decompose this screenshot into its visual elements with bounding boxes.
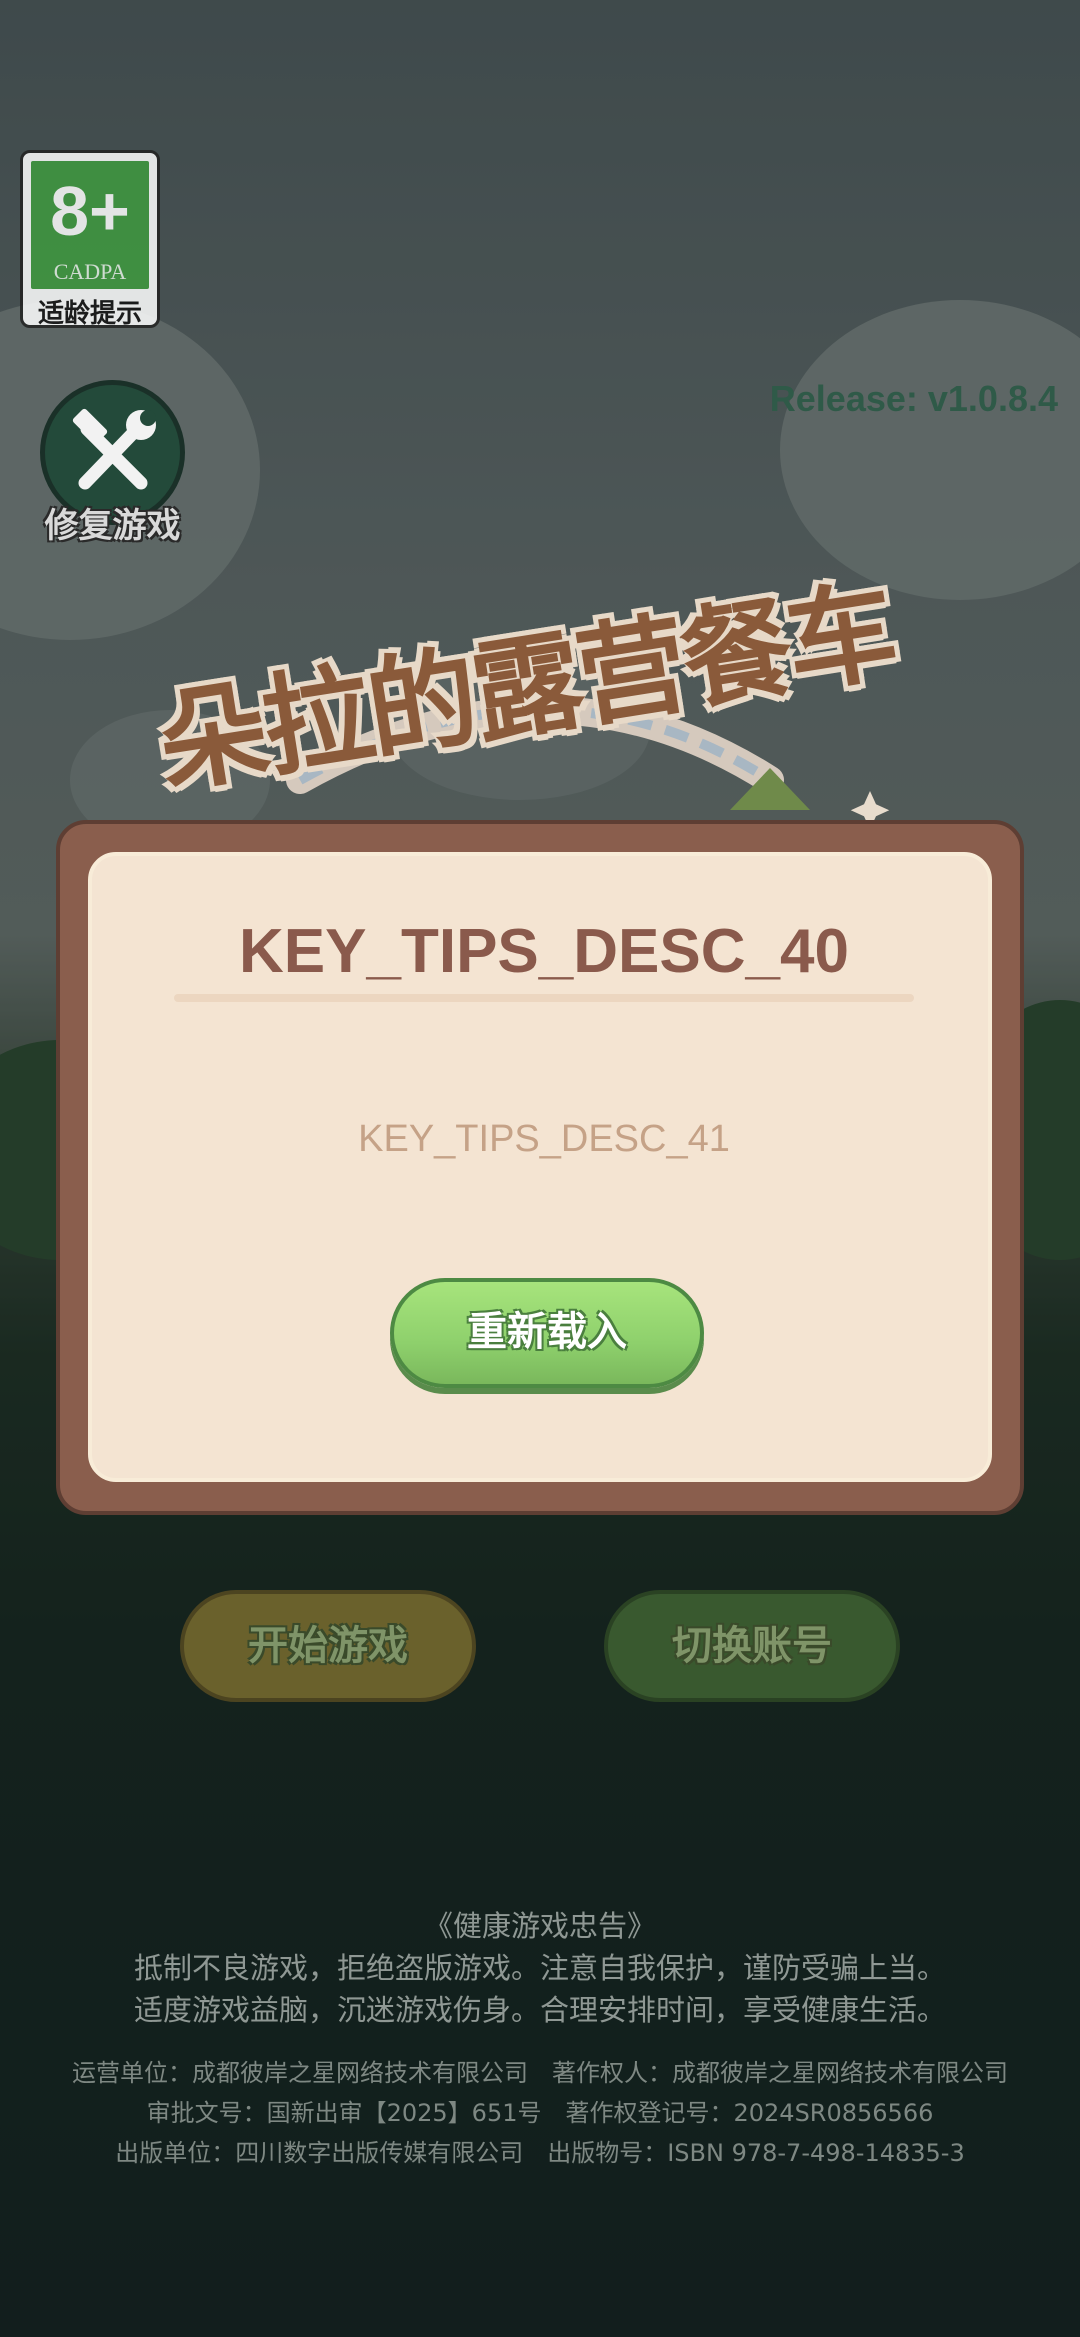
dialog-title: KEY_TIPS_DESC_40 (239, 917, 849, 986)
health-notice-title: 《健康游戏忠告》 (423, 1909, 656, 1943)
health-notice-line: 抵制不良游戏，拒绝盗版游戏。注意自我保护，谨防受骗上当。 (133, 1951, 946, 1985)
footer-notice: 《健康游戏忠告》 抵制不良游戏，拒绝盗版游戏。注意自我保护，谨防受骗上当。 适度… (0, 1905, 1080, 2173)
age-rating-badge: 8+ CADPA 适龄提示 (20, 150, 160, 329)
publisher-info-line: 运营单位：成都彼岸之星网络技术有限公司 著作权人：成都彼岸之星网络技术有限公司 (72, 2059, 1008, 2087)
publisher-info-line: 审批文号：国新出审【2025】651号 著作权登记号：2024SR0856566 (146, 2099, 934, 2127)
game-title-logo: 朵拉的露营餐车 (149, 560, 950, 820)
health-notice-line: 适度游戏益脑，沉迷游戏伤身。合理安排时间，享受健康生活。 (133, 1993, 946, 2027)
publisher-info-line: 出版单位：四川数字出版传媒有限公司 出版物号：ISBN 978-7-498-14… (115, 2139, 965, 2167)
game-launch-screen: 8+ CADPA 适龄提示 修复游戏 Release: v1.0.8.4 朵拉的… (0, 0, 1080, 2337)
age-rating-label: 适龄提示 (37, 299, 142, 329)
age-rating-panel: 8+ CADPA (31, 161, 149, 289)
dialog-message: KEY_TIPS_DESC_41 (358, 1118, 730, 1160)
repair-game-button[interactable]: 修复游戏 (30, 380, 195, 550)
dialog-divider (174, 994, 914, 1002)
switch-account-button[interactable]: 切换账号 (604, 1590, 900, 1702)
release-version: Release: v1.0.8.4 (769, 378, 1058, 419)
age-rating-number: 8+ (50, 172, 130, 250)
repair-game-label: 修复游戏 (44, 506, 181, 546)
age-rating-org: CADPA (53, 259, 127, 284)
dialog-panel: KEY_TIPS_DESC_40 KEY_TIPS_DESC_41 重新载入 (88, 852, 992, 1482)
start-game-button[interactable]: 开始游戏 (180, 1590, 476, 1702)
reload-button[interactable]: 重新载入 (390, 1278, 704, 1388)
reload-dialog: KEY_TIPS_DESC_40 KEY_TIPS_DESC_41 重新载入 (56, 820, 1024, 1515)
